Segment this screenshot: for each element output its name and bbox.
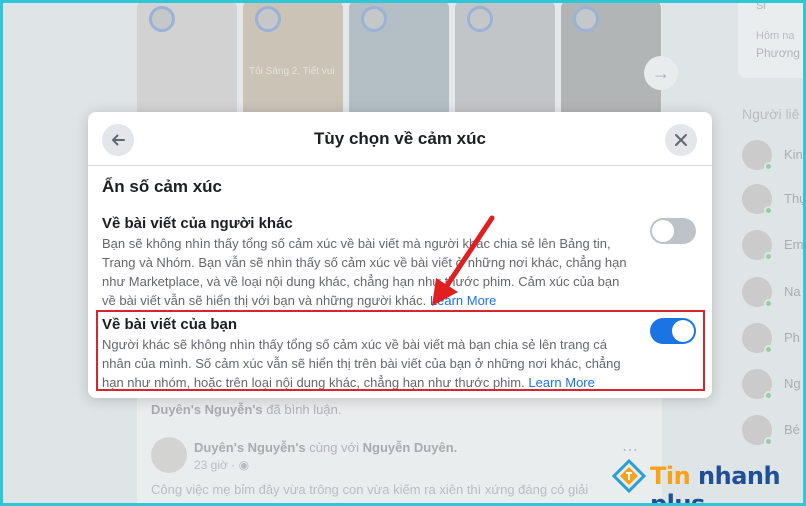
option-title-others-posts: Về bài viết của người khác (102, 215, 293, 232)
logo-text: Tin nhanh plus (650, 462, 781, 506)
logo-icon (612, 459, 646, 493)
close-icon (675, 134, 687, 146)
dialog-header: Tùy chọn về cảm xúc (88, 112, 712, 166)
option-description-your-posts: Người khác sẽ không nhìn thấy tổng số cả… (102, 337, 621, 390)
option-title-your-posts: Về bài viết của bạn (102, 316, 238, 333)
option-description-others-posts: Bạn sẽ không nhìn thấy tổng số cảm xúc v… (102, 236, 627, 308)
toggle-knob (652, 220, 674, 242)
learn-more-link[interactable]: Learn More (528, 375, 594, 390)
close-button[interactable] (665, 124, 697, 156)
toggle-your-posts[interactable] (650, 318, 696, 344)
section-title: Ẩn số cảm xúc (102, 177, 222, 196)
toggle-knob (672, 320, 694, 342)
reaction-preferences-dialog: Tùy chọn về cảm xúc Ẩn số cảm xúc Về bài… (88, 112, 712, 398)
watermark-logo: Tin nhanh plus (612, 455, 798, 506)
dialog-title: Tùy chọn về cảm xúc (314, 129, 486, 148)
learn-more-link[interactable]: Learn More (430, 293, 496, 308)
toggle-others-posts[interactable] (650, 218, 696, 244)
